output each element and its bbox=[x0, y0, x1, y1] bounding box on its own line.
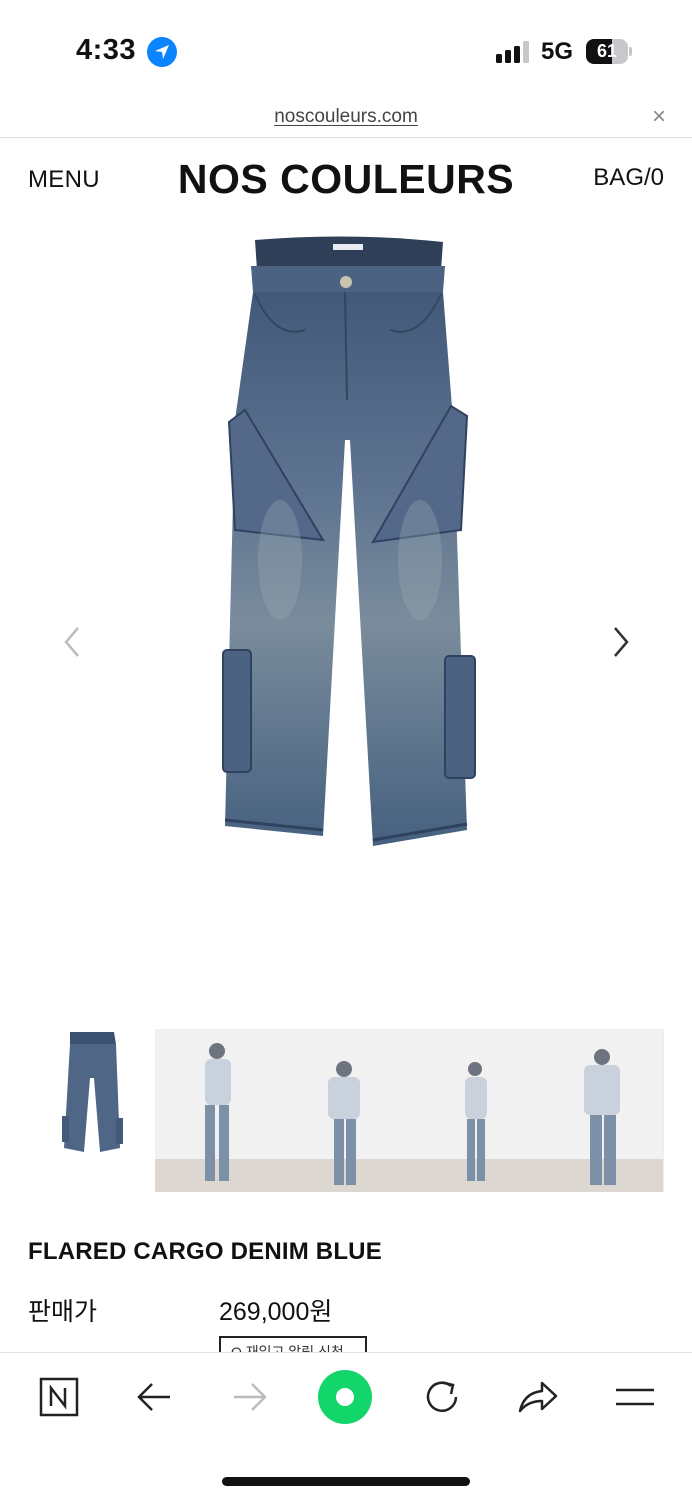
reload-icon[interactable] bbox=[418, 1373, 466, 1421]
forward-arrow-icon[interactable] bbox=[226, 1373, 274, 1421]
thumb-look-3[interactable] bbox=[409, 1029, 536, 1192]
close-icon[interactable]: × bbox=[652, 104, 666, 130]
site-header: MENU NOS COULEURS BAG/0 bbox=[0, 138, 692, 222]
back-arrow-icon[interactable] bbox=[130, 1373, 178, 1421]
thumb-look-2[interactable] bbox=[282, 1029, 409, 1192]
home-dot-icon[interactable] bbox=[318, 1370, 372, 1424]
price-label: 판매가 bbox=[28, 1298, 98, 1326]
bag-button[interactable]: BAG/0 bbox=[593, 164, 664, 192]
status-time: 4:33 bbox=[76, 34, 137, 66]
thumb-look-1[interactable] bbox=[155, 1029, 282, 1192]
battery-percent: 61 bbox=[596, 41, 618, 61]
url-bar[interactable]: noscouleurs.com × bbox=[0, 100, 692, 138]
product-image-carousel[interactable] bbox=[0, 222, 692, 1012]
browser-toolbar bbox=[0, 1352, 692, 1500]
product-name: FLARED CARGO DENIM BLUE bbox=[28, 1238, 382, 1265]
home-indicator bbox=[222, 1477, 470, 1486]
status-bar: 4:33 5G 61 bbox=[0, 0, 692, 100]
network-type: 5G bbox=[541, 38, 574, 65]
jeans-product-image bbox=[222, 236, 476, 846]
naver-n-icon[interactable] bbox=[37, 1373, 85, 1421]
thumb-product[interactable] bbox=[28, 1028, 154, 1192]
chevron-left-icon[interactable] bbox=[58, 622, 88, 662]
browser-page: 4:33 5G 61 noscouleurs.com × MENU NOS CO… bbox=[0, 0, 692, 1500]
thumb-look-4[interactable] bbox=[536, 1029, 663, 1192]
location-arrow-icon bbox=[147, 37, 177, 67]
share-icon[interactable] bbox=[514, 1373, 562, 1421]
site-logo[interactable]: NOS COULEURS bbox=[0, 156, 692, 203]
chevron-right-icon[interactable] bbox=[605, 622, 635, 662]
battery-icon: 61 bbox=[586, 39, 632, 64]
price-value: 269,000원 bbox=[219, 1298, 333, 1326]
look-images bbox=[155, 1029, 664, 1192]
thumbnail-strip bbox=[0, 1028, 692, 1192]
url-text[interactable]: noscouleurs.com bbox=[0, 106, 692, 128]
menu-lines-icon[interactable] bbox=[610, 1373, 658, 1421]
signal-icon bbox=[496, 41, 532, 63]
